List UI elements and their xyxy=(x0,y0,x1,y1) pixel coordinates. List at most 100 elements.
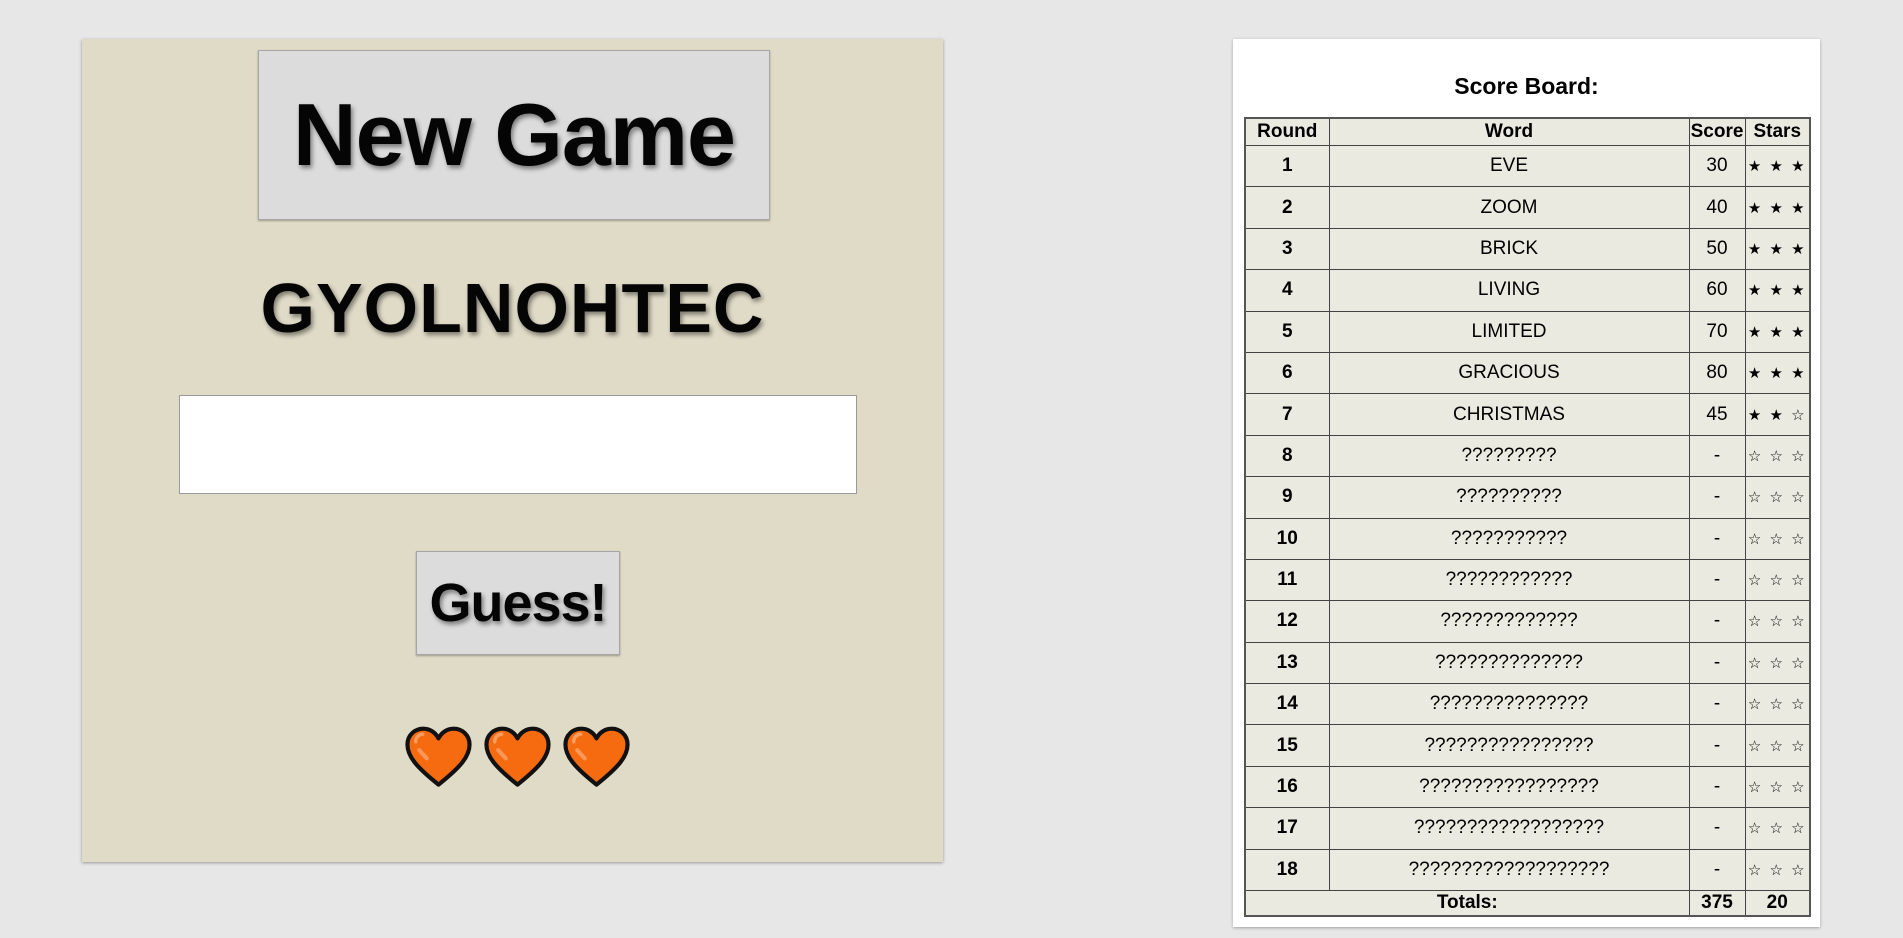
table-row: 13?????????????? - ☆ ☆ ☆ xyxy=(1244,641,1811,685)
round-cell: 4 xyxy=(1244,269,1330,312)
column-header-round: Round xyxy=(1244,117,1330,146)
word-cell: ??????????? xyxy=(1328,517,1690,560)
stars-cell: ★ ★ ★ xyxy=(1744,351,1811,395)
score-cell: - xyxy=(1688,476,1746,519)
stars-cell: ☆ ☆ ☆ xyxy=(1744,765,1811,809)
new-game-button[interactable]: New Game xyxy=(258,50,770,220)
stars-cell: ★ ★ ★ xyxy=(1744,227,1811,271)
word-cell: ZOOM xyxy=(1328,186,1690,229)
round-cell: 8 xyxy=(1244,434,1330,478)
table-row: 5 LIMITED 70 ★ ★ ★ xyxy=(1244,310,1811,353)
stars-cell: ☆ ☆ ☆ xyxy=(1744,807,1811,850)
scoreboard-table: Round Word Score Stars 1 EVE 30 ★ ★ ★ 2 ZOOM 4… xyxy=(1244,117,1811,918)
round-cell: 2 xyxy=(1244,186,1330,229)
score-cell: - xyxy=(1688,517,1746,560)
round-cell: 6 xyxy=(1244,351,1330,395)
stars-cell: ★ ★ ☆ xyxy=(1744,393,1811,436)
table-row: 16????????????????? - ☆ ☆ ☆ xyxy=(1244,765,1811,809)
totals-score: 375 xyxy=(1688,890,1746,917)
heart-icon xyxy=(405,726,472,787)
score-cell: 70 xyxy=(1688,310,1746,353)
word-cell: LIMITED xyxy=(1328,310,1690,353)
stars-cell: ☆ ☆ ☆ xyxy=(1744,848,1811,892)
word-cell: ?????????????????? xyxy=(1328,807,1690,850)
stars-cell: ★ ★ ★ xyxy=(1744,310,1811,353)
score-cell: - xyxy=(1688,558,1746,602)
column-header-stars: Stars xyxy=(1744,117,1811,146)
table-row: 12????????????? - ☆ ☆ ☆ xyxy=(1244,600,1811,643)
score-cell: 45 xyxy=(1688,393,1746,436)
round-cell: 7 xyxy=(1244,393,1330,436)
score-cell: - xyxy=(1688,683,1746,726)
score-cell: 80 xyxy=(1688,351,1746,395)
word-cell: ????????? xyxy=(1328,434,1690,478)
table-row: 14??????????????? - ☆ ☆ ☆ xyxy=(1244,683,1811,726)
heart-icon xyxy=(484,726,551,787)
score-cell: - xyxy=(1688,848,1746,892)
totals-row: Totals: 375 20 xyxy=(1244,890,1811,917)
table-row: 17?????????????????? - ☆ ☆ ☆ xyxy=(1244,807,1811,850)
scrambled-word: GYOLNOHTEC xyxy=(260,269,765,347)
table-row: 8????????? - ☆ ☆ ☆ xyxy=(1244,434,1811,478)
word-cell: LIVING xyxy=(1328,269,1690,312)
table-row: 7 CHRISTMAS 45 ★ ★ ☆ xyxy=(1244,393,1811,436)
round-cell: 11 xyxy=(1244,558,1330,602)
stars-cell: ☆ ☆ ☆ xyxy=(1744,517,1811,560)
score-cell: 60 xyxy=(1688,269,1746,312)
word-cell: ?????????? xyxy=(1328,476,1690,519)
game-panel: New Game GYOLNOHTEC Guess! xyxy=(82,39,943,862)
score-cell: - xyxy=(1688,765,1746,809)
round-cell: 12 xyxy=(1244,600,1330,643)
stars-cell: ☆ ☆ ☆ xyxy=(1744,724,1811,767)
guess-input[interactable] xyxy=(179,395,857,494)
score-cell: 40 xyxy=(1688,186,1746,229)
table-header-row: Round Word Score Stars xyxy=(1244,117,1811,146)
score-cell: 30 xyxy=(1688,144,1746,188)
totals-stars: 20 xyxy=(1744,890,1811,917)
column-header-word: Word xyxy=(1328,117,1690,146)
stars-cell: ★ ★ ★ xyxy=(1744,186,1811,229)
word-cell: ????????????? xyxy=(1328,600,1690,643)
word-cell: ?????????????? xyxy=(1328,641,1690,685)
table-row: 4 LIVING 60 ★ ★ ★ xyxy=(1244,269,1811,312)
score-cell: - xyxy=(1688,434,1746,478)
score-cell: - xyxy=(1688,724,1746,767)
table-row: 3 BRICK 50 ★ ★ ★ xyxy=(1244,227,1811,271)
guess-button[interactable]: Guess! xyxy=(416,551,620,655)
round-cell: 16 xyxy=(1244,765,1330,809)
round-cell: 9 xyxy=(1244,476,1330,519)
stars-cell: ☆ ☆ ☆ xyxy=(1744,600,1811,643)
score-cell: - xyxy=(1688,600,1746,643)
round-cell: 3 xyxy=(1244,227,1330,271)
round-cell: 15 xyxy=(1244,724,1330,767)
table-row: 9?????????? - ☆ ☆ ☆ xyxy=(1244,476,1811,519)
table-row: 18??????????????????? - ☆ ☆ ☆ xyxy=(1244,848,1811,892)
round-cell: 10 xyxy=(1244,517,1330,560)
scoreboard-title: Score Board: xyxy=(1454,73,1599,99)
word-cell: EVE xyxy=(1328,144,1690,188)
table-row: 6 GRACIOUS 80 ★ ★ ★ xyxy=(1244,351,1811,395)
stars-cell: ★ ★ ★ xyxy=(1744,144,1811,188)
word-cell: ??????????????????? xyxy=(1328,848,1690,892)
word-cell: ???????????????? xyxy=(1328,724,1690,767)
word-cell: GRACIOUS xyxy=(1328,351,1690,395)
lives-display xyxy=(404,725,631,789)
word-cell: ????????????????? xyxy=(1328,765,1690,809)
stars-cell: ★ ★ ★ xyxy=(1744,269,1811,312)
round-cell: 13 xyxy=(1244,641,1330,685)
heart-icon xyxy=(563,726,630,787)
scoreboard-panel: Score Board: Round Word Score Stars 1 EVE… xyxy=(1233,39,1820,927)
totals-label: Totals: xyxy=(1244,890,1690,917)
stars-cell: ☆ ☆ ☆ xyxy=(1744,476,1811,519)
stars-cell: ☆ ☆ ☆ xyxy=(1744,683,1811,726)
word-cell: BRICK xyxy=(1328,227,1690,271)
round-cell: 5 xyxy=(1244,310,1330,353)
stars-cell: ☆ ☆ ☆ xyxy=(1744,641,1811,685)
table-row: 1 EVE 30 ★ ★ ★ xyxy=(1244,144,1811,188)
score-cell: 50 xyxy=(1688,227,1746,271)
stars-cell: ☆ ☆ ☆ xyxy=(1744,434,1811,478)
round-cell: 18 xyxy=(1244,848,1330,892)
column-header-score: Score xyxy=(1688,117,1746,146)
table-row: 11???????????? - ☆ ☆ ☆ xyxy=(1244,558,1811,602)
word-cell: CHRISTMAS xyxy=(1328,393,1690,436)
